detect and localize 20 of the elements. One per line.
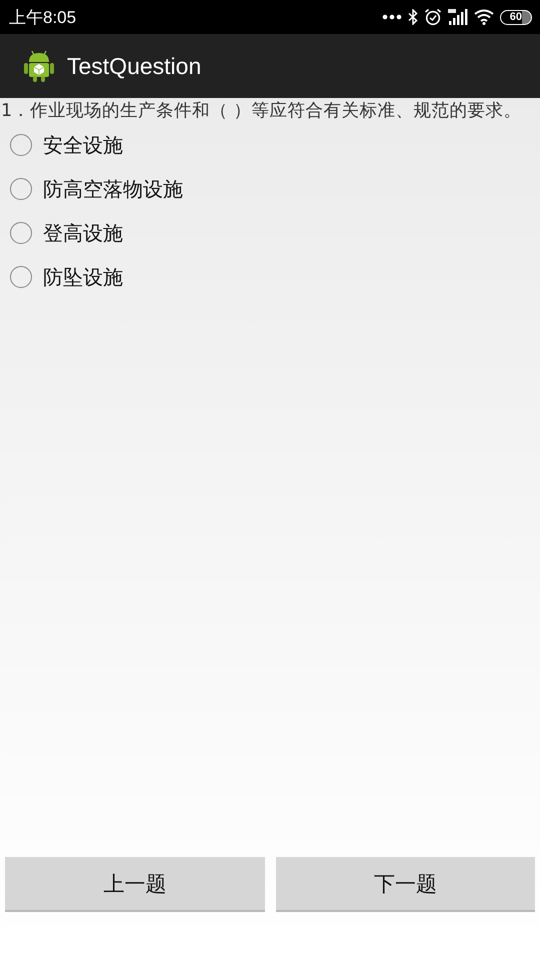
radio-button[interactable]	[10, 266, 32, 288]
more-dots-icon	[382, 14, 402, 20]
app-title: TestQuestion	[67, 52, 202, 80]
battery-indicator: 60	[500, 10, 532, 24]
question-text: 1．作业现场的生产条件和（ ）等应符合有关标准、规范的要求。	[0, 100, 523, 121]
alarm-clock-icon	[424, 8, 442, 26]
answer-option[interactable]: 登高设施	[10, 211, 123, 255]
wifi-icon	[474, 9, 494, 25]
answer-option[interactable]: 安全设施	[10, 123, 123, 167]
android-robot-icon	[21, 48, 57, 84]
bluetooth-icon	[408, 9, 418, 25]
previous-button[interactable]: 上一题	[5, 857, 264, 912]
radio-button[interactable]	[10, 134, 32, 156]
answer-option[interactable]: 防坠设施	[10, 255, 123, 299]
next-button[interactable]: 下一题	[276, 857, 535, 912]
radio-button[interactable]	[10, 178, 32, 200]
cell-signal-icon	[448, 8, 468, 26]
radio-button[interactable]	[10, 222, 32, 244]
answer-option[interactable]: 防高空落物设施	[10, 167, 183, 211]
status-time: 上午8:05	[9, 6, 76, 28]
